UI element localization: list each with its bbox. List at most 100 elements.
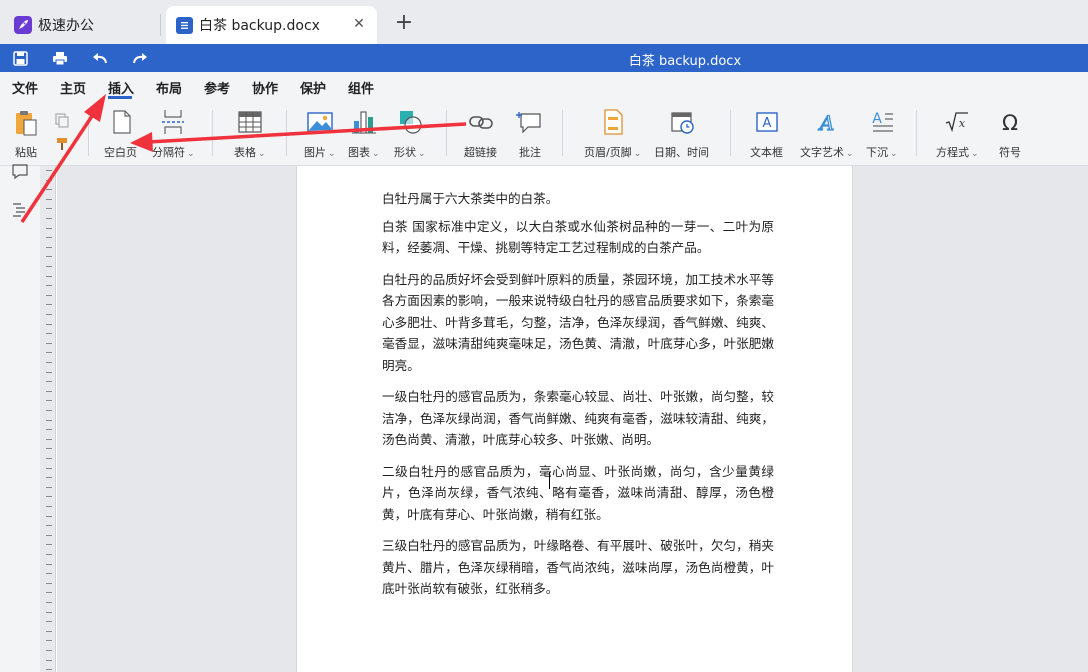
ruler-tick <box>46 515 52 517</box>
ruler-tick <box>46 419 52 421</box>
paragraph[interactable]: 白茶 国家标准中定义，以大白茶或水仙茶树品种的一芽一、二叶为原料，经萎凋、干燥、… <box>382 216 774 259</box>
shape-button[interactable]: 形状 ⌄ <box>394 108 426 162</box>
page-break-button[interactable]: 分隔符 ⌄ <box>152 108 195 162</box>
ruler-tick <box>46 630 52 632</box>
ruler-tick <box>46 611 52 613</box>
ruler-tick <box>46 525 52 527</box>
blank-page-button[interactable]: 空白页 <box>104 108 137 162</box>
tab-bar: 极速办公 白茶 backup.docx ✕ + <box>0 0 1088 44</box>
paragraph[interactable]: 一级白牡丹的感官品质为，条索毫心较显、尚壮、叶张嫩，尚匀整，较洁净，色泽灰绿尚润… <box>382 386 774 451</box>
table-button[interactable]: 表格 ⌄ <box>234 108 266 162</box>
ruler-tick <box>46 390 52 392</box>
ribbon-divider <box>730 110 731 156</box>
ruler-tick <box>46 285 52 287</box>
close-icon[interactable]: ✕ <box>351 16 367 32</box>
omega-icon: Ω <box>1002 111 1018 135</box>
undo-icon[interactable] <box>91 49 109 67</box>
menu-home[interactable]: 主页 <box>60 78 86 97</box>
paragraph[interactable]: 二级白牡丹的感官品质为，毫心尚显、叶张尚嫩，尚匀，含少量黄绿片，色泽尚灰绿，香气… <box>382 461 774 526</box>
ruler-tick <box>46 592 52 594</box>
ruler-tick <box>46 534 52 536</box>
equation-button[interactable]: x 方程式 ⌄ <box>936 108 979 162</box>
ruler-tick <box>46 448 52 450</box>
ruler-tick <box>46 323 52 325</box>
svg-text:A: A <box>872 111 882 127</box>
ruler-tick <box>46 602 52 603</box>
ruler-tick <box>46 304 52 306</box>
ruler-tick <box>46 563 52 565</box>
paragraph[interactable]: 白牡丹属于六大茶类中的白茶。 <box>382 188 774 210</box>
svg-text:A: A <box>818 111 834 135</box>
comment-button[interactable]: 批注 <box>516 108 544 162</box>
hyperlink-button[interactable]: 超链接 <box>464 108 497 162</box>
image-button[interactable]: 图片 ⌄ <box>304 108 336 162</box>
ribbon-divider <box>286 110 287 156</box>
ruler-tick <box>46 362 52 363</box>
new-tab-plus-icon[interactable]: + <box>394 12 414 34</box>
ruler-tick <box>46 640 52 642</box>
ruler-tick <box>46 582 52 584</box>
redo-icon[interactable] <box>131 49 149 67</box>
ruler-tick <box>46 554 52 555</box>
image-icon <box>307 112 333 132</box>
ruler-tick <box>46 198 52 200</box>
menu-insert[interactable]: 插入 <box>108 78 134 97</box>
menu-bar: 文件 主页 插入 布局 参考 协作 保护 组件 <box>0 72 1088 102</box>
menu-plugins[interactable]: 组件 <box>348 78 374 97</box>
wordart-button[interactable]: A 文字艺术 ⌄ <box>800 108 854 162</box>
header-footer-icon <box>603 109 623 135</box>
square-root-icon: x <box>946 112 969 133</box>
ruler-tick <box>46 208 52 210</box>
paragraph[interactable]: 白牡丹的品质好坏会受到鲜叶原料的质量，茶园环境，加工技术水平等各方面因素的影响，… <box>382 269 774 377</box>
menu-file[interactable]: 文件 <box>12 78 38 97</box>
header-footer-button[interactable]: 页眉/页脚 ⌄ <box>584 108 641 162</box>
ruler-tick <box>46 333 52 335</box>
textbox-button[interactable]: A 文本框 <box>750 108 783 162</box>
paste-icon <box>16 111 37 136</box>
ruler-tick <box>46 170 52 171</box>
ruler-tick <box>46 669 52 671</box>
tab-app-home[interactable]: 极速办公 <box>6 6 160 44</box>
navigation-outline-icon[interactable] <box>11 200 29 218</box>
chart-button[interactable]: 图表 ⌄ <box>348 108 380 162</box>
menu-references[interactable]: 参考 <box>204 78 230 97</box>
active-menu-indicator <box>108 96 132 99</box>
ribbon-divider <box>212 110 213 156</box>
save-icon[interactable] <box>11 49 29 67</box>
ruler-tick <box>46 477 52 479</box>
menu-collaborate[interactable]: 协作 <box>252 78 278 97</box>
calendar-clock-icon <box>670 112 694 134</box>
textbox-icon: A <box>755 112 778 132</box>
ribbon-toolbar: 粘贴 空白页 分隔符⌄ 表格⌄ 图片⌄ 图表⌄ 形状⌄ 超链接 批注 <box>0 102 1088 166</box>
tab-app-label: 极速办公 <box>38 18 94 34</box>
document-body[interactable]: 白牡丹属于六大茶类中的白茶。 白茶 国家标准中定义，以大白茶或水仙茶树品种的一芽… <box>382 188 774 610</box>
text-cursor <box>549 472 550 489</box>
menu-layout[interactable]: 布局 <box>156 78 182 97</box>
ruler-tick <box>46 342 52 344</box>
symbol-button[interactable]: Ω 符号 <box>996 108 1024 162</box>
menu-protect[interactable]: 保护 <box>300 78 326 97</box>
print-icon[interactable] <box>51 49 69 67</box>
ruler-tick <box>46 410 52 411</box>
left-sidebar <box>0 164 40 672</box>
ruler-tick <box>46 256 52 258</box>
ruler-tick <box>46 275 52 277</box>
tab-document[interactable]: 白茶 backup.docx ✕ <box>166 6 377 44</box>
comments-panel-icon[interactable] <box>11 162 29 180</box>
date-time-button[interactable]: 日期、时间 <box>654 108 709 162</box>
ruler-tick <box>46 246 52 248</box>
copy-icon <box>55 113 69 128</box>
document-canvas[interactable]: 白牡丹属于六大茶类中的白茶。 白茶 国家标准中定义，以大白茶或水仙茶树品种的一芽… <box>57 166 1088 672</box>
document-page[interactable]: 白牡丹属于六大茶类中的白茶。 白茶 国家标准中定义，以大白茶或水仙茶树品种的一芽… <box>296 166 853 672</box>
paragraph[interactable]: 三级白牡丹的感官品质为，叶缘略卷、有平展叶、破张叶，欠匀，稍夹黄片、腊片，色泽灰… <box>382 535 774 600</box>
dropcap-icon: A <box>872 111 893 132</box>
ribbon-divider <box>88 110 89 156</box>
ruler-tick <box>46 294 52 296</box>
ruler-tick <box>46 496 52 498</box>
ruler-tick <box>46 381 52 383</box>
paste-button[interactable]: 粘贴 <box>12 108 40 162</box>
ruler-tick <box>46 227 52 229</box>
chart-icon <box>351 111 376 134</box>
ruler-tick <box>46 486 52 488</box>
dropcap-button[interactable]: A 下沉 ⌄ <box>866 108 898 162</box>
